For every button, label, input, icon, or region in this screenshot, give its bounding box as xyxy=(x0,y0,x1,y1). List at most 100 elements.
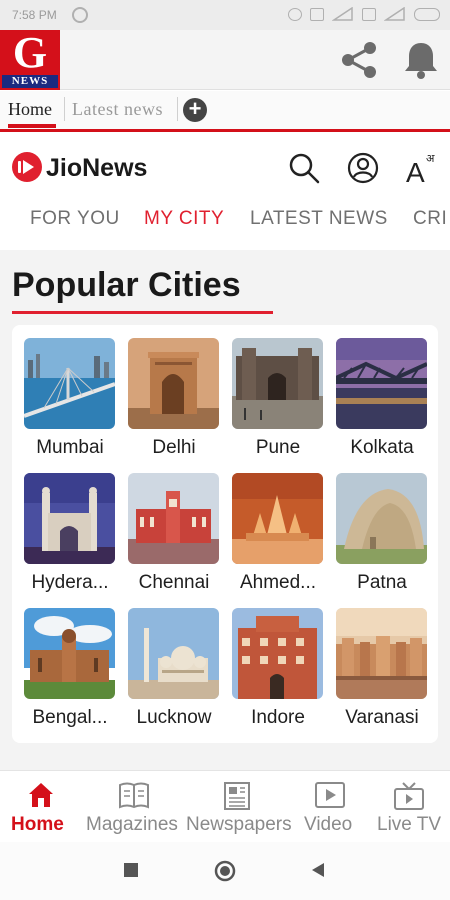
city-tile-hyderabad[interactable]: Hydera... xyxy=(24,473,120,603)
city-image xyxy=(232,473,323,564)
plus-icon: + xyxy=(188,96,202,121)
svg-text:A: A xyxy=(406,157,425,186)
font-language-icon: A अ xyxy=(406,152,435,188)
bell-icon xyxy=(405,43,437,79)
add-tab-button[interactable]: + xyxy=(183,98,207,122)
bottom-navigation: Home Magazines Newspapers Video Live TV xyxy=(0,770,450,842)
browser-tab-bar: Home Latest news + xyxy=(0,91,450,129)
nav-home[interactable]: Home xyxy=(0,771,82,843)
nav-label: Newspapers xyxy=(186,814,292,835)
nav-label: Home xyxy=(11,814,64,835)
city-name: Hydera... xyxy=(31,572,109,593)
recents-icon xyxy=(124,863,138,877)
nav-label: Magazines xyxy=(86,814,178,835)
nav-newspapers[interactable]: Newspapers xyxy=(186,771,302,843)
profile-icon xyxy=(347,152,379,184)
city-image xyxy=(336,473,427,564)
section-title-underline xyxy=(12,311,273,314)
city-image xyxy=(24,338,115,429)
tab-my-city[interactable]: MY CITY xyxy=(144,208,224,230)
city-image xyxy=(128,338,219,429)
city-image xyxy=(128,608,219,699)
city-image xyxy=(232,608,323,699)
main-content: Popular Cities Mumbai Delhi Pune Kolkata… xyxy=(0,250,450,770)
city-name: Chennai xyxy=(138,572,210,593)
magazine-icon xyxy=(119,782,149,809)
svg-text:अ: अ xyxy=(426,152,435,165)
back-icon xyxy=(312,863,324,877)
city-image xyxy=(128,473,219,564)
search-button[interactable] xyxy=(286,150,322,186)
city-tile-lucknow[interactable]: Lucknow xyxy=(128,608,224,738)
home-icon xyxy=(29,783,53,807)
city-tile-ahmedabad[interactable]: Ahmed... xyxy=(232,473,328,603)
gnews-logo-word: NEWS xyxy=(2,75,58,88)
city-tile-indore[interactable]: Indore xyxy=(232,608,328,738)
city-tile-pune[interactable]: Pune xyxy=(232,338,328,468)
notification-icon xyxy=(72,7,88,23)
home-circle-icon xyxy=(214,860,236,882)
nav-video[interactable]: Video xyxy=(302,771,362,843)
home-button[interactable] xyxy=(214,860,236,887)
city-name: Delhi xyxy=(152,437,196,458)
notifications-button[interactable] xyxy=(400,40,442,80)
status-icons xyxy=(288,7,440,21)
system-navigation-bar xyxy=(0,842,450,900)
jionews-header: JioNews A अ FOR YOU MY CITY LATEST NEWS … xyxy=(0,132,450,250)
city-name: Ahmed... xyxy=(239,572,317,593)
share-button[interactable] xyxy=(338,40,382,80)
alarm-icon xyxy=(288,7,302,21)
recents-button[interactable] xyxy=(123,862,139,883)
nav-live-tv[interactable]: Live TV xyxy=(370,771,450,843)
city-image xyxy=(24,608,115,699)
gnews-app-bar: G NEWS xyxy=(0,28,450,90)
tab-cricket[interactable]: CRI xyxy=(413,208,447,230)
back-button[interactable] xyxy=(310,862,326,883)
city-name: Indore xyxy=(251,707,305,728)
city-tile-kolkata[interactable]: Kolkata xyxy=(336,338,432,468)
city-tile-mumbai[interactable]: Mumbai xyxy=(24,338,120,468)
city-name: Kolkata xyxy=(350,437,414,458)
tab-home[interactable]: Home xyxy=(8,99,52,120)
city-tile-chennai[interactable]: Chennai xyxy=(128,473,224,603)
gnews-logo[interactable]: G NEWS xyxy=(0,28,60,90)
signal-icon xyxy=(384,7,405,21)
nav-label: Live TV xyxy=(377,814,442,835)
city-image xyxy=(232,338,323,429)
city-name: Bengal... xyxy=(32,707,108,728)
city-name: Patna xyxy=(357,572,407,593)
city-tile-bengaluru[interactable]: Bengal... xyxy=(24,608,120,738)
volte-icon xyxy=(310,7,324,21)
city-tile-delhi[interactable]: Delhi xyxy=(128,338,224,468)
tab-for-you[interactable]: FOR YOU xyxy=(30,208,120,230)
battery-icon xyxy=(414,7,440,21)
jionews-category-tabs: FOR YOU MY CITY LATEST NEWS CRI xyxy=(0,202,450,234)
volte-icon xyxy=(362,7,376,21)
jionews-logo-icon xyxy=(12,152,42,182)
signal-icon xyxy=(332,7,353,21)
share-icon xyxy=(342,42,376,78)
profile-button[interactable] xyxy=(345,150,381,186)
tab-divider xyxy=(177,97,178,121)
search-icon xyxy=(289,153,320,184)
city-image xyxy=(336,338,427,429)
newspaper-icon xyxy=(224,782,250,810)
language-font-button[interactable]: A अ xyxy=(404,150,444,188)
city-tile-varanasi[interactable]: Varanasi xyxy=(336,608,432,738)
status-time: 7:58 PM xyxy=(12,8,57,22)
tab-divider xyxy=(64,97,65,121)
city-name: Varanasi xyxy=(345,707,419,728)
tab-latest-news[interactable]: Latest news xyxy=(72,99,163,120)
city-image xyxy=(24,473,115,564)
tab-latest-news[interactable]: LATEST NEWS xyxy=(250,208,388,230)
jionews-title: JioNews xyxy=(46,154,148,182)
popular-cities-card: Mumbai Delhi Pune Kolkata Hydera... Chen… xyxy=(12,325,438,743)
city-image xyxy=(336,608,427,699)
nav-magazines[interactable]: Magazines xyxy=(84,771,184,843)
status-bar: 7:58 PM xyxy=(0,0,450,30)
section-title: Popular Cities xyxy=(12,266,241,304)
gnews-logo-letter: G xyxy=(12,28,48,77)
city-tile-patna[interactable]: Patna xyxy=(336,473,432,603)
city-name: Lucknow xyxy=(136,707,212,728)
tab-home-indicator xyxy=(8,124,56,128)
